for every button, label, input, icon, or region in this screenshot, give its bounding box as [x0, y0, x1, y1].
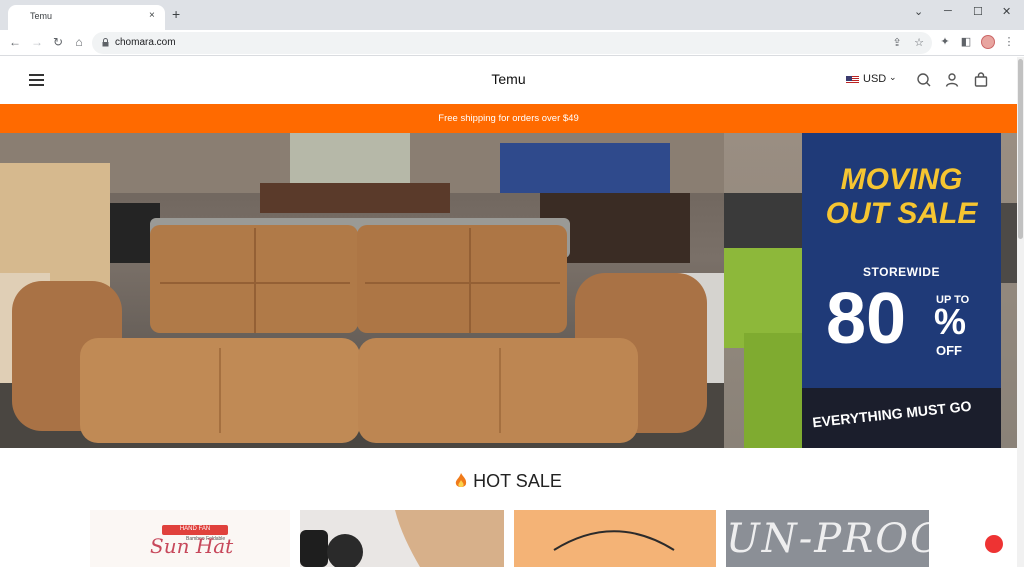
search-icon[interactable]	[916, 72, 932, 88]
showroom-illustration	[0, 133, 724, 448]
minimize-button[interactable]: ─	[944, 5, 952, 17]
sale-banner: MOVING OUT SALE STOREWIDE 80 UP TO % OFF…	[802, 133, 1001, 448]
banner-footer: EVERYTHING MUST GO	[802, 388, 1001, 448]
hero-banner[interactable]: MOVING OUT SALE STOREWIDE 80 UP TO % OFF…	[0, 133, 1017, 448]
banner-discount-value: 80	[826, 279, 907, 359]
product-card-orange[interactable]	[514, 510, 716, 567]
address-bar[interactable]: chomara.com ⇪ ☆	[92, 32, 932, 54]
back-icon[interactable]: ←	[7, 34, 23, 50]
browser-menu-icon[interactable]: ⋮	[1002, 35, 1016, 49]
orange-product-image	[553, 530, 675, 551]
share-icon[interactable]: ⇪	[890, 36, 904, 50]
hot-sale-heading: HOT SALE	[0, 471, 1017, 492]
banner-off: OFF	[936, 343, 962, 358]
close-tab-icon[interactable]: ×	[149, 10, 155, 21]
cart-icon[interactable]	[973, 72, 989, 88]
store-photo	[0, 133, 724, 448]
shipping-announcement: Free shipping for orders over $49	[0, 104, 1017, 133]
side-panel-icon[interactable]: ◧	[959, 35, 973, 49]
new-tab-button[interactable]: +	[172, 7, 180, 21]
profile-avatar[interactable]	[981, 35, 995, 49]
forward-icon[interactable]: →	[29, 34, 45, 50]
home-icon[interactable]: ⌂	[71, 34, 87, 50]
product-card-unproof[interactable]: UN-PROO	[726, 510, 929, 567]
banner-title-line1: MOVING	[840, 163, 963, 196]
banner-title-line2: OUT SALE	[825, 197, 978, 230]
flame-icon	[455, 473, 467, 487]
browser-tab[interactable]: Temu ×	[8, 5, 165, 30]
banner-title: MOVING OUT SALE	[802, 163, 1001, 231]
chat-float-button[interactable]	[985, 535, 1003, 553]
banner-percent-sign: %	[934, 301, 967, 342]
product-overlay-text: UN-PROO	[726, 516, 929, 562]
extensions-icon[interactable]: ✦	[938, 35, 952, 49]
product-script-title: Sun Hat	[150, 534, 234, 558]
bookmark-star-icon[interactable]: ☆	[912, 36, 926, 50]
tab-strip: Temu × + ⌄ ─ ☐ ✕	[0, 0, 1024, 30]
product-card-sun-hat[interactable]: Bamboo Foldable HAND FAN Sun Hat	[90, 510, 290, 567]
web-page: Temu USD ⌄ Free shipping for orders over…	[0, 57, 1017, 567]
chevron-down-icon: ⌄	[889, 72, 897, 82]
site-header: Temu USD ⌄	[0, 57, 1017, 104]
hot-sale-title: HOT SALE	[473, 471, 562, 491]
hair-product-image	[300, 510, 504, 567]
lock-icon	[102, 38, 109, 47]
tab-title: Temu	[30, 11, 53, 21]
us-flag-icon	[846, 76, 859, 84]
page-scrollbar[interactable]	[1017, 57, 1024, 567]
browser-toolbar: ← → ↻ ⌂ chomara.com ⇪ ☆ ✦ ◧ ⋮	[0, 30, 1024, 56]
scrollbar-thumb[interactable]	[1018, 59, 1023, 239]
url-text: chomara.com	[115, 37, 176, 48]
maximize-button[interactable]: ☐	[973, 5, 983, 18]
product-card-hair-tool[interactable]	[300, 510, 504, 567]
banner-subtitle: STOREWIDE	[863, 265, 940, 279]
reload-icon[interactable]: ↻	[50, 34, 66, 50]
banner-footer-text: EVERYTHING MUST GO	[811, 397, 973, 431]
account-icon[interactable]	[944, 72, 960, 88]
close-window-button[interactable]: ✕	[1002, 5, 1011, 18]
product-badge-text: HAND FAN	[179, 526, 211, 532]
tab-search-icon[interactable]: ⌄	[914, 5, 923, 18]
currency-label: USD	[863, 73, 887, 85]
